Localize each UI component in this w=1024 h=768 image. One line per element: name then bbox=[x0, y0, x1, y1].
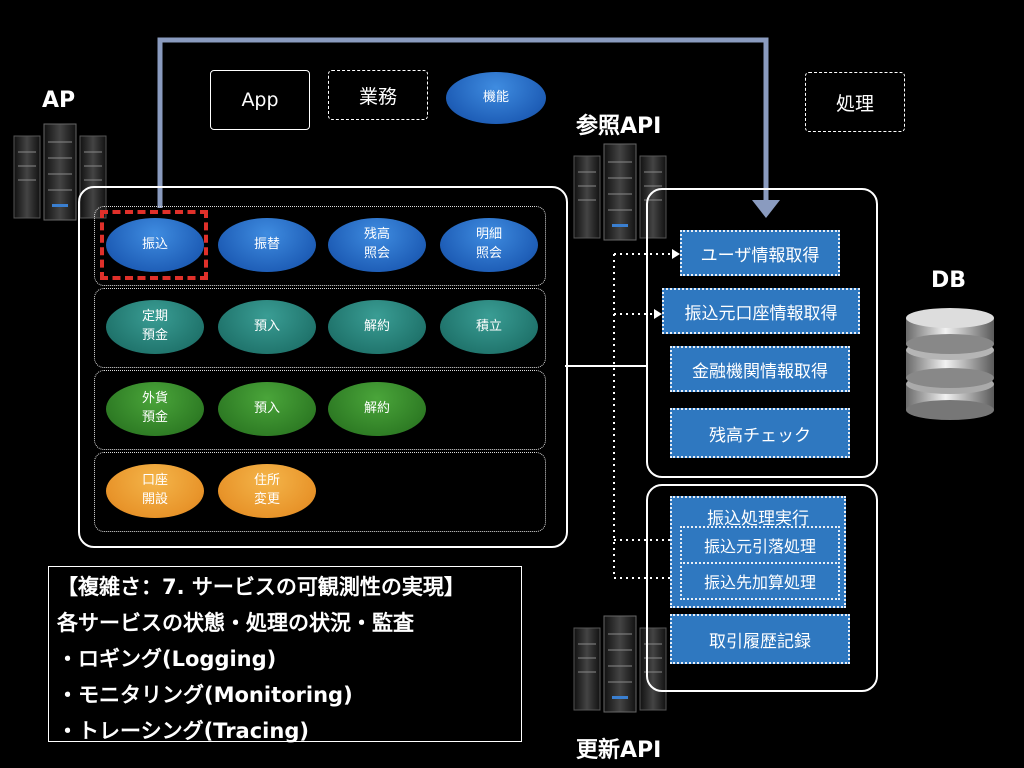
db-label: DB bbox=[931, 268, 967, 293]
legend-app: App bbox=[210, 70, 310, 130]
func-furikae-text: 振替 bbox=[253, 236, 280, 252]
func-teiki-kaiyaku[interactable]: 解約 bbox=[328, 300, 426, 354]
api-history-record-text: 取引履歴記録 bbox=[709, 631, 811, 652]
legend-gyomu: 業務 bbox=[328, 70, 428, 120]
func-tsumitate[interactable]: 積立 bbox=[440, 300, 538, 354]
func-gaika-text: 外貨 預金 bbox=[141, 391, 168, 425]
func-kouza-kaisetsu-text: 口座 開設 bbox=[141, 473, 168, 507]
func-gaika-kaiyaku-text: 解約 bbox=[363, 400, 390, 416]
api-balance-check-text: 残高チェック bbox=[709, 425, 811, 446]
note-logging: ・ロギング(Logging) bbox=[57, 647, 277, 671]
func-zandaka[interactable]: 残高 照会 bbox=[328, 218, 426, 272]
func-jusho-henkou[interactable]: 住所 変更 bbox=[218, 464, 316, 518]
func-zandaka-text: 残高 照会 bbox=[363, 227, 390, 261]
func-kouza-kaisetsu[interactable]: 口座 開設 bbox=[106, 464, 204, 518]
func-jusho-henkou-text: 住所 変更 bbox=[253, 473, 280, 507]
note-monitoring: ・モニタリング(Monitoring) bbox=[57, 683, 353, 707]
legend-gyomu-text: 業務 bbox=[358, 85, 397, 108]
func-meisai[interactable]: 明細 照会 bbox=[440, 218, 538, 272]
ref-api-label: 参照API bbox=[576, 114, 662, 139]
complexity-note: 【複雑さ：7. サービスの可観測性の実現】 各サービスの状態・処理の状況・監査 … bbox=[48, 566, 522, 743]
func-gaika-azukeire-text: 預入 bbox=[253, 400, 280, 416]
api-debit-process[interactable]: 振込元引落処理 bbox=[680, 526, 840, 564]
api-history-record[interactable]: 取引履歴記録 bbox=[670, 614, 850, 664]
func-furikae[interactable]: 振替 bbox=[218, 218, 316, 272]
ap-label: AP bbox=[42, 88, 76, 113]
api-balance-check[interactable]: 残高チェック bbox=[670, 408, 850, 458]
func-gaika-kaiyaku[interactable]: 解約 bbox=[328, 382, 426, 436]
api-source-account[interactable]: 振込元口座情報取得 bbox=[662, 288, 860, 334]
db-cylinder-icon bbox=[906, 308, 994, 420]
legend-shori: 処理 bbox=[805, 72, 905, 132]
func-teiki-kaiyaku-text: 解約 bbox=[363, 318, 390, 334]
note-tracing: ・トレーシング(Tracing) bbox=[57, 719, 309, 743]
api-credit-process-text: 振込先加算処理 bbox=[703, 573, 816, 592]
func-tsumitate-text: 積立 bbox=[475, 318, 502, 334]
legend-shori-text: 処理 bbox=[835, 92, 874, 115]
note-title: 【複雑さ：7. サービスの可観測性の実現】 bbox=[57, 575, 465, 599]
func-teiki-azukeire-text: 預入 bbox=[253, 318, 280, 334]
legend-kinou: 機能 bbox=[446, 72, 546, 124]
func-gaika[interactable]: 外貨 預金 bbox=[106, 382, 204, 436]
api-user-info-text: ユーザ情報取得 bbox=[700, 245, 820, 266]
func-teiki-azukeire[interactable]: 預入 bbox=[218, 300, 316, 354]
func-meisai-text: 明細 照会 bbox=[475, 227, 502, 261]
api-credit-process[interactable]: 振込先加算処理 bbox=[680, 562, 840, 600]
api-bank-info-text: 金融機関情報取得 bbox=[692, 361, 828, 382]
api-source-account-text: 振込元口座情報取得 bbox=[684, 303, 838, 324]
api-user-info[interactable]: ユーザ情報取得 bbox=[680, 230, 840, 276]
highlight-furikomi bbox=[100, 210, 208, 280]
api-bank-info[interactable]: 金融機関情報取得 bbox=[670, 346, 850, 392]
upd-api-label: 更新API bbox=[576, 738, 662, 763]
api-debit-process-text: 振込元引落処理 bbox=[703, 537, 816, 556]
func-gaika-azukeire[interactable]: 預入 bbox=[218, 382, 316, 436]
func-teiki[interactable]: 定期 預金 bbox=[106, 300, 204, 354]
legend-kinou-text: 機能 bbox=[482, 89, 509, 105]
note-subtitle: 各サービスの状態・処理の状況・監査 bbox=[57, 611, 414, 635]
legend-app-text: App bbox=[241, 89, 279, 111]
func-teiki-text: 定期 預金 bbox=[141, 309, 168, 343]
